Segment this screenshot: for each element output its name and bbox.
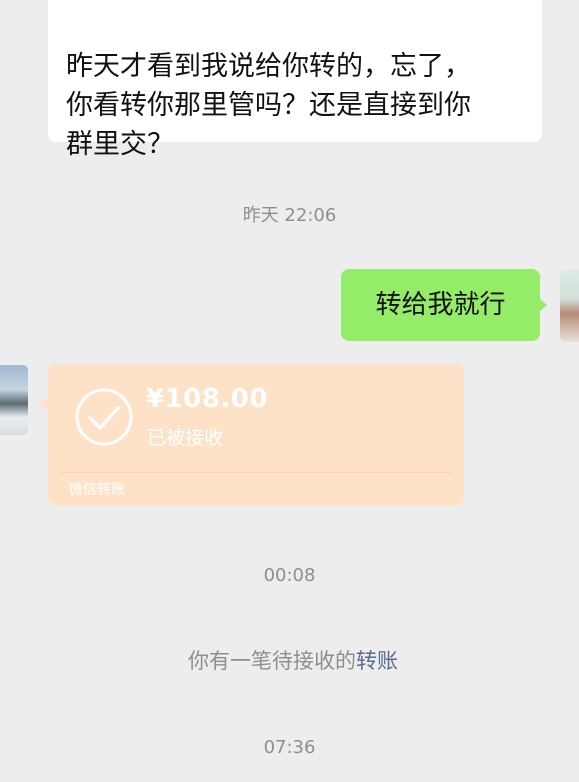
outgoing-message-text: 转给我就行 — [375, 290, 506, 320]
transfer-status: 已被接收 — [147, 427, 224, 449]
transfer-amount: ¥108.00 — [146, 384, 268, 414]
system-notice: 你有一笔待接收的转账 — [0, 645, 579, 675]
my-avatar[interactable] — [560, 270, 579, 342]
contact-avatar[interactable] — [0, 365, 28, 435]
timestamp: 00:08 — [263, 565, 316, 586]
transfer-brand-label: 微信转账 — [69, 482, 125, 498]
transfer-bubble-tail — [40, 397, 48, 411]
timestamp: 07:36 — [263, 737, 316, 758]
incoming-message-text: 昨天才看到我说给你转的，忘了， 你看转你那里管吗？还是直接到你 群里交？ — [66, 51, 471, 160]
outgoing-message-bubble[interactable]: 转给我就行 — [341, 269, 540, 341]
check-circle-icon — [75, 388, 133, 446]
transfer-link[interactable]: 转账 — [356, 649, 398, 673]
timestamp: 昨天 22:06 — [242, 205, 337, 226]
incoming-message-bubble[interactable]: 昨天才看到我说给你转的，忘了， 你看转你那里管吗？还是直接到你 群里交？ — [48, 0, 542, 160]
system-notice-text: 你有一笔待接收的 — [188, 649, 356, 673]
transfer-divider — [60, 472, 452, 473]
outgoing-bubble-tail — [539, 298, 547, 312]
